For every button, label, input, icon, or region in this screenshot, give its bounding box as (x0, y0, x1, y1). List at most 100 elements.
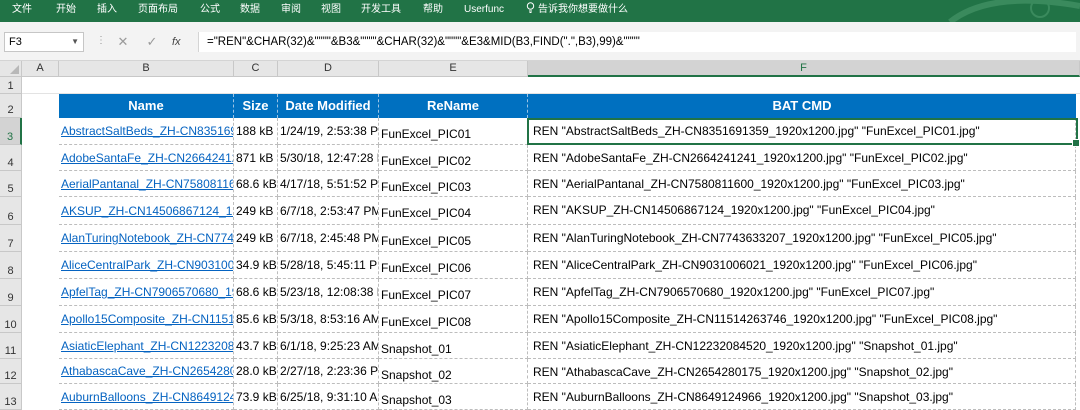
row-header-1[interactable]: 1 (0, 77, 22, 94)
header-date-modified[interactable]: Date Modified (278, 94, 379, 118)
file-name-link[interactable]: AbstractSaltBeds_ZH-CN8351691359_1920x12… (59, 118, 234, 145)
formula-bar-grip[interactable]: ⋮ (96, 35, 106, 46)
date-modified-cell[interactable]: 5/28/18, 5:45:11 PM (278, 252, 379, 279)
row-header-10[interactable]: 10 (0, 306, 22, 333)
column-header-c[interactable]: C (234, 61, 278, 77)
tab-view[interactable]: 视图 (321, 0, 341, 22)
file-size-cell[interactable]: 43.7 kB (234, 333, 278, 359)
row-header-6[interactable]: 6 (0, 197, 22, 225)
chevron-down-icon[interactable]: ▼ (71, 33, 79, 51)
tab-userfunc[interactable]: Userfunc (464, 0, 504, 22)
date-modified-cell[interactable]: 5/30/18, 12:47:28 PM (278, 145, 379, 171)
enter-icon[interactable]: ✓ (143, 32, 161, 52)
bat-cmd-cell[interactable]: REN "AerialPantanal_ZH-CN7580811600_1920… (528, 171, 1076, 197)
row-header-5[interactable]: 5 (0, 171, 22, 197)
row-header-11[interactable]: 11 (0, 333, 22, 359)
date-modified-cell[interactable]: 6/1/18, 9:25:23 AM (278, 333, 379, 359)
rename-cell[interactable]: FunExcel_PIC07 (379, 279, 528, 306)
rename-cell[interactable]: FunExcel_PIC03 (379, 171, 528, 197)
tab-developer[interactable]: 开发工具 (361, 0, 401, 22)
file-size-cell[interactable]: 249 kB (234, 225, 278, 252)
rename-cell[interactable]: Snapshot_01 (379, 333, 528, 359)
rename-cell[interactable]: FunExcel_PIC02 (379, 145, 528, 171)
date-modified-cell[interactable]: 4/17/18, 5:51:52 PM (278, 171, 379, 197)
insert-function-button[interactable]: fx (172, 32, 181, 52)
file-size-cell[interactable]: 34.9 kB (234, 252, 278, 279)
file-name-link[interactable]: AuburnBalloons_ZH-CN8649124966_1920x1200… (59, 384, 234, 410)
tab-page-layout[interactable]: 页面布局 (138, 0, 178, 22)
rename-cell[interactable]: FunExcel_PIC08 (379, 306, 528, 333)
row-header-3[interactable]: 3 (0, 118, 22, 145)
row-header-13[interactable]: 13 (0, 384, 22, 410)
file-size-cell[interactable]: 249 kB (234, 197, 278, 225)
rename-cell[interactable]: FunExcel_PIC01 (379, 118, 528, 145)
header-name[interactable]: Name (59, 94, 234, 118)
file-size-cell[interactable]: 68.6 kB (234, 279, 278, 306)
file-size-cell[interactable]: 871 kB (234, 145, 278, 171)
bat-cmd-cell[interactable]: REN "AbstractSaltBeds_ZH-CN8351691359_19… (528, 118, 1076, 145)
file-name-link[interactable]: AlanTuringNotebook_ZH-CN7743633207_1920x… (59, 225, 234, 252)
file-name-link[interactable]: AliceCentralPark_ZH-CN9031006021_1920x12… (59, 252, 234, 279)
bat-cmd-cell[interactable]: REN "AthabascaCave_ZH-CN2654280175_1920x… (528, 359, 1076, 384)
column-header-e[interactable]: E (379, 61, 528, 77)
bat-cmd-cell[interactable]: REN "ApfelTag_ZH-CN7906570680_1920x1200.… (528, 279, 1076, 306)
bat-cmd-cell[interactable]: REN "AlanTuringNotebook_ZH-CN7743633207_… (528, 225, 1076, 252)
cancel-icon[interactable]: ✕ (114, 32, 132, 52)
column-header-f[interactable]: F (528, 61, 1080, 77)
date-modified-cell[interactable]: 1/24/19, 2:53:38 PM (278, 118, 379, 145)
tell-me-search[interactable]: 告诉我你想要做什么 (526, 0, 628, 22)
tell-me-label: 告诉我你想要做什么 (538, 4, 628, 15)
row-header-2[interactable]: 2 (0, 94, 22, 118)
date-modified-cell[interactable]: 5/23/18, 12:08:38 PM (278, 279, 379, 306)
date-modified-cell[interactable]: 6/7/18, 2:53:47 PM (278, 197, 379, 225)
tab-home[interactable]: 开始 (56, 0, 76, 22)
file-name-link[interactable]: AerialPantanal_ZH-CN7580811600_1920x1200… (59, 171, 234, 197)
file-size-cell[interactable]: 73.9 kB (234, 384, 278, 410)
file-name-link[interactable]: AthabascaCave_ZH-CN2654280175_1920x1200.… (59, 359, 234, 384)
column-header-d[interactable]: D (278, 61, 379, 77)
name-box[interactable]: F3 ▼ (4, 32, 84, 52)
tab-review[interactable]: 审阅 (281, 0, 301, 22)
bat-cmd-cell[interactable]: REN "AsiaticElephant_ZH-CN12232084520_19… (528, 333, 1076, 359)
row-header-7[interactable]: 7 (0, 225, 22, 252)
rename-cell[interactable]: FunExcel_PIC04 (379, 197, 528, 225)
row-header-8[interactable]: 8 (0, 252, 22, 279)
header-rename[interactable]: ReName (379, 94, 528, 118)
bat-cmd-cell[interactable]: REN "AKSUP_ZH-CN14506867124_1920x1200.jp… (528, 197, 1076, 225)
file-size-cell[interactable]: 188 kB (234, 118, 278, 145)
date-modified-cell[interactable]: 5/3/18, 8:53:16 AM (278, 306, 379, 333)
bat-cmd-cell[interactable]: REN "Apollo15Composite_ZH-CN11514263746_… (528, 306, 1076, 333)
column-header-b[interactable]: B (59, 61, 234, 77)
rename-cell[interactable]: Snapshot_02 (379, 359, 528, 384)
date-modified-cell[interactable]: 6/25/18, 9:31:10 AM (278, 384, 379, 410)
rename-cell[interactable]: FunExcel_PIC06 (379, 252, 528, 279)
file-name-link[interactable]: AdobeSantaFe_ZH-CN2664241241_1920x1200.j… (59, 145, 234, 171)
file-name-link[interactable]: AsiaticElephant_ZH-CN12232084520_1920x12… (59, 333, 234, 359)
file-size-cell[interactable]: 85.6 kB (234, 306, 278, 333)
file-name-link[interactable]: ApfelTag_ZH-CN7906570680_1920x1200.jpg (59, 279, 234, 306)
row-header-9[interactable]: 9 (0, 279, 22, 306)
tab-formulas[interactable]: 公式 (200, 0, 220, 22)
bat-cmd-cell[interactable]: REN "AuburnBalloons_ZH-CN8649124966_1920… (528, 384, 1076, 410)
file-name-link[interactable]: Apollo15Composite_ZH-CN11514263746_1920x… (59, 306, 234, 333)
rename-cell[interactable]: FunExcel_PIC05 (379, 225, 528, 252)
tab-file[interactable]: 文件 (12, 0, 32, 22)
file-size-cell[interactable]: 28.0 kB (234, 359, 278, 384)
tab-insert[interactable]: 插入 (97, 0, 117, 22)
tab-data[interactable]: 数据 (240, 0, 260, 22)
row-header-12[interactable]: 12 (0, 359, 22, 384)
formula-input[interactable]: ="REN"&CHAR(32)&""""&B3&""""&CHAR(32)&""… (198, 32, 1076, 52)
column-header-a[interactable]: A (22, 61, 59, 77)
tab-help[interactable]: 帮助 (423, 0, 443, 22)
row-header-4[interactable]: 4 (0, 145, 22, 171)
rename-cell[interactable]: Snapshot_03 (379, 384, 528, 410)
date-modified-cell[interactable]: 2/27/18, 2:23:36 PM (278, 359, 379, 384)
bat-cmd-cell[interactable]: REN "AliceCentralPark_ZH-CN9031006021_19… (528, 252, 1076, 279)
file-size-cell[interactable]: 68.6 kB (234, 171, 278, 197)
bat-cmd-cell[interactable]: REN "AdobeSantaFe_ZH-CN2664241241_1920x1… (528, 145, 1076, 171)
header-bat-cmd[interactable]: BAT CMD (528, 94, 1076, 118)
file-name-link[interactable]: AKSUP_ZH-CN14506867124_1920x1200.jpg (59, 197, 234, 225)
date-modified-cell[interactable]: 6/7/18, 2:45:48 PM (278, 225, 379, 252)
select-all-button[interactable] (0, 61, 22, 77)
header-size[interactable]: Size (234, 94, 278, 118)
